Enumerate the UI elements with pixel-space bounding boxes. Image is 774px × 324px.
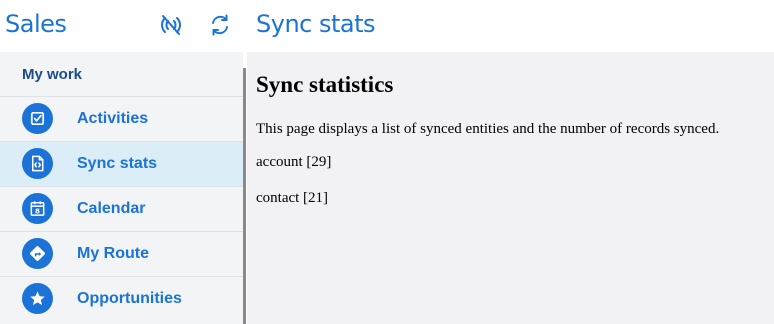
refresh-icon[interactable] <box>206 11 234 39</box>
page-title: Sync stats <box>256 10 376 38</box>
sidebar-list: Activities Sync stats 8 Calendar My Rout… <box>0 96 243 321</box>
sidebar-item-label: My Route <box>77 245 149 262</box>
sidebar-group-label: My work <box>22 66 83 83</box>
sidebar-item-label: Activities <box>77 110 149 127</box>
sidebar-item-label: Sync stats <box>77 155 158 172</box>
star-icon <box>22 283 53 314</box>
content-heading: Sync statistics <box>256 72 394 97</box>
route-icon <box>22 238 53 269</box>
app-title: Sales <box>5 10 67 38</box>
entity-count-item: contact [21] <box>256 190 329 206</box>
sidebar-item-activities[interactable]: Activities <box>0 96 243 141</box>
svg-text:8: 8 <box>35 207 40 216</box>
calendar-icon: 8 <box>22 193 53 224</box>
sidebar: My work Activities Sync stats 8 Calendar… <box>0 52 243 324</box>
sidebar-item-my-route[interactable]: My Route <box>0 231 243 276</box>
sidebar-item-calendar[interactable]: 8 Calendar <box>0 186 243 231</box>
activities-icon <box>22 103 53 134</box>
sidebar-item-sync-stats[interactable]: Sync stats <box>0 141 243 186</box>
offline-sync-icon[interactable] <box>157 11 185 39</box>
main-content: Sync statistics This page displays a lis… <box>247 52 774 324</box>
entity-count-item: account [29] <box>256 154 332 170</box>
sync-stats-icon <box>22 148 53 179</box>
sidebar-item-label: Opportunities <box>77 290 182 307</box>
content-description: This page displays a list of synced enti… <box>256 121 720 137</box>
sidebar-scrollbar[interactable] <box>243 68 246 324</box>
sidebar-item-opportunities[interactable]: Opportunities <box>0 276 243 321</box>
sidebar-item-label: Calendar <box>77 200 146 217</box>
top-bar: Sales Sync stats <box>0 0 774 52</box>
